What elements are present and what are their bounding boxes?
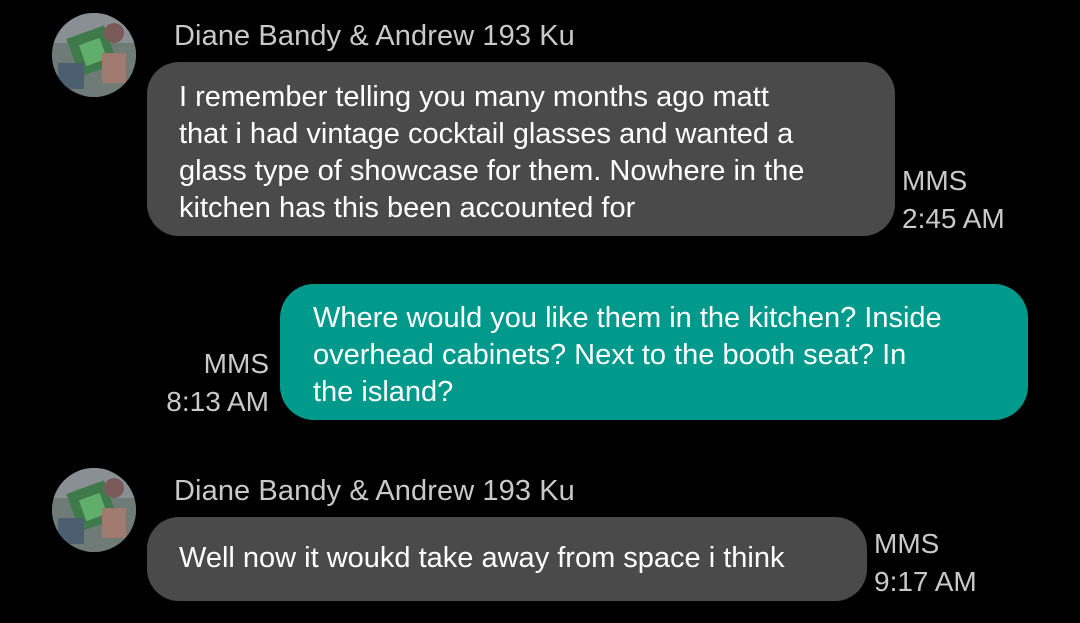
incoming-message-bubble[interactable]: Well now it woukd take away from space i…: [147, 517, 867, 601]
message-text-line: I remember telling you many months ago m…: [179, 81, 769, 113]
message-text-line: glass type of showcase for them. Nowhere…: [179, 155, 805, 187]
message-text-line: that i had vintage cocktail glasses and …: [179, 118, 794, 150]
message-text-line: overhead cabinets? Next to the booth sea…: [313, 339, 907, 371]
message-timestamp: 9:17 AM: [874, 566, 977, 597]
message-text-line: the island?: [313, 376, 454, 408]
message-text-line: Well now it woukd take away from space i…: [179, 542, 785, 574]
avatar-photo-icon: [52, 13, 136, 97]
message-meta: MMS 2:45 AM: [902, 162, 1005, 238]
contact-avatar[interactable]: [52, 13, 136, 97]
avatar-photo-icon: [52, 468, 136, 552]
message-text-line: Where would you like them in the kitchen…: [313, 302, 942, 334]
message-type-label: MMS: [203, 348, 269, 379]
message-type-label: MMS: [902, 165, 968, 196]
message-meta: MMS 8:13 AM: [166, 345, 269, 421]
message-text-line: kitchen has this been accounted for: [179, 192, 636, 224]
message-timestamp: 8:13 AM: [166, 386, 269, 417]
incoming-message-bubble[interactable]: I remember telling you many months ago m…: [147, 62, 895, 236]
outgoing-message-bubble[interactable]: Where would you like them in the kitchen…: [280, 284, 1028, 420]
message-meta: MMS 9:17 AM: [874, 525, 977, 601]
sender-name: Diane Bandy & Andrew 193 Ku: [174, 20, 575, 52]
sender-name: Diane Bandy & Andrew 193 Ku: [174, 475, 575, 507]
message-type-label: MMS: [874, 528, 940, 559]
message-timestamp: 2:45 AM: [902, 203, 1005, 234]
contact-avatar[interactable]: [52, 468, 136, 552]
